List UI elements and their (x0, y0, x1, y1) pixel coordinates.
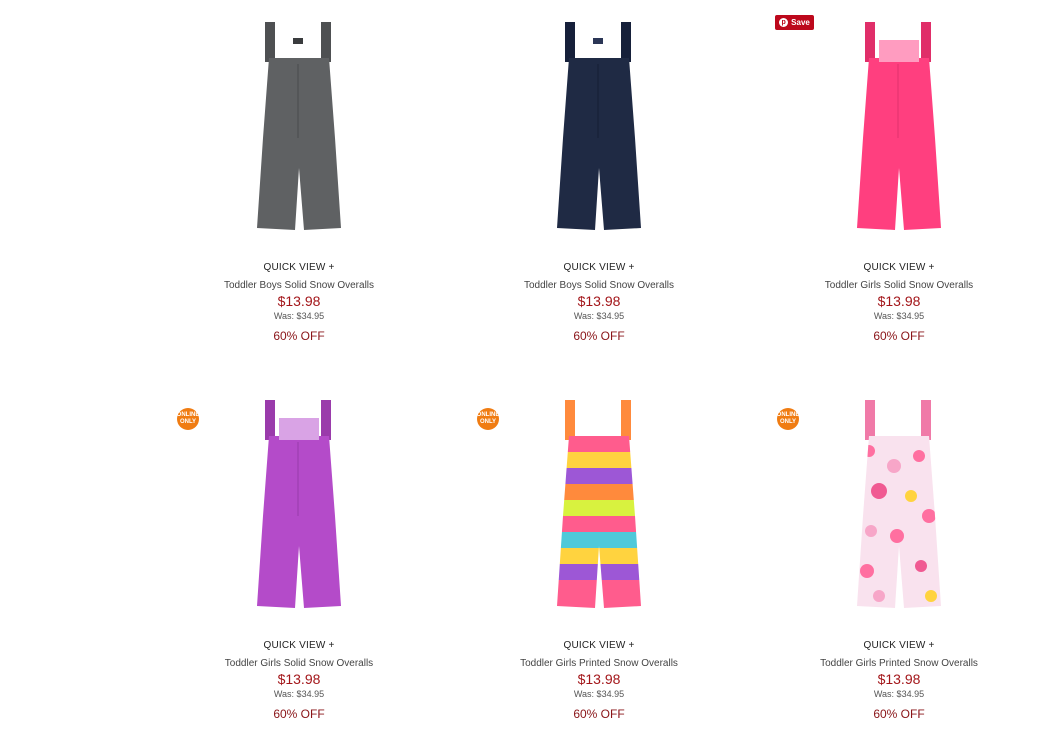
quick-view-link[interactable]: QUICK VIEW + (149, 640, 449, 651)
product-card: ONLINE ONLY QUICK VIEW + Toddler Girls P… (449, 396, 749, 721)
product-price: $13.98 (877, 293, 921, 309)
quick-view-link[interactable]: QUICK VIEW + (749, 262, 1047, 273)
overalls-image (557, 400, 641, 608)
was-price: Was: $34.95 (273, 311, 325, 321)
discount-label: 60% OFF (873, 329, 925, 343)
product-name[interactable]: Toddler Girls Printed Snow Overalls (449, 658, 749, 669)
overalls-image (257, 400, 341, 608)
product-card: ONLINE ONLY QUICK VIEW + Toddler Girls So… (149, 396, 449, 721)
product-card: QUICK VIEW + Toddler Girls Solid Snow Ov… (749, 18, 1047, 343)
product-name[interactable]: Toddler Girls Solid Snow Overalls (749, 280, 1047, 291)
product-price: $13.98 (877, 671, 921, 687)
product-card: QUICK VIEW + Toddler Boys Solid Snow Ove… (149, 18, 449, 343)
was-price: Was: $34.95 (873, 311, 925, 321)
product-name[interactable]: Toddler Girls Printed Snow Overalls (749, 658, 1047, 669)
quick-view-link[interactable]: QUICK VIEW + (749, 640, 1047, 651)
product-image[interactable] (149, 18, 449, 254)
overalls-image (857, 400, 941, 608)
was-price: Was: $34.95 (573, 311, 625, 321)
product-price: $13.98 (577, 671, 621, 687)
quick-view-link[interactable]: QUICK VIEW + (149, 262, 449, 273)
product-card: QUICK VIEW + Toddler Boys Solid Snow Ove… (449, 18, 749, 343)
product-image[interactable] (749, 396, 1047, 632)
overalls-image (257, 22, 341, 230)
quick-view-link[interactable]: QUICK VIEW + (449, 640, 749, 651)
product-price: $13.98 (277, 293, 321, 309)
discount-label: 60% OFF (573, 707, 625, 721)
product-name[interactable]: Toddler Boys Solid Snow Overalls (449, 280, 749, 291)
product-image[interactable] (449, 396, 749, 632)
discount-label: 60% OFF (873, 707, 925, 721)
product-price: $13.98 (577, 293, 621, 309)
discount-label: 60% OFF (573, 329, 625, 343)
product-name[interactable]: Toddler Girls Solid Snow Overalls (149, 658, 449, 669)
product-image[interactable] (449, 18, 749, 254)
was-price: Was: $34.95 (873, 689, 925, 699)
overalls-image (557, 22, 641, 230)
product-image[interactable] (149, 396, 449, 632)
was-price: Was: $34.95 (573, 689, 625, 699)
product-card: ONLINE ONLY QUICK VIEW + Toddler Girls P… (749, 396, 1047, 721)
product-name[interactable]: Toddler Boys Solid Snow Overalls (149, 280, 449, 291)
product-image[interactable] (749, 18, 1047, 254)
was-price: Was: $34.95 (273, 689, 325, 699)
product-grid: p Save QUICK VIEW + Toddler Boys Solid S… (0, 0, 1047, 735)
product-price: $13.98 (277, 671, 321, 687)
overalls-image (857, 22, 941, 230)
quick-view-link[interactable]: QUICK VIEW + (449, 262, 749, 273)
discount-label: 60% OFF (273, 329, 325, 343)
discount-label: 60% OFF (273, 707, 325, 721)
